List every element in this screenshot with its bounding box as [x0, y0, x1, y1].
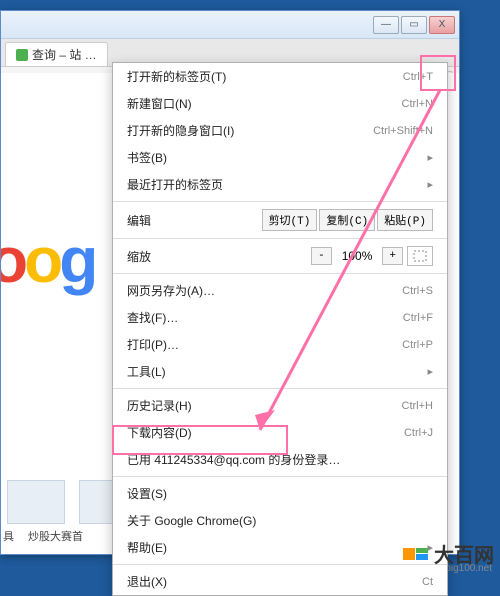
copy-button[interactable]: 复制(C): [319, 209, 375, 231]
menu-new-tab[interactable]: 打开新的标签页(T) Ctrl+T: [113, 63, 447, 90]
thumbnail-label: 炒股大赛首: [28, 528, 83, 544]
menu-edit-row: 编辑 剪切(T) 复制(C) 粘贴(P): [113, 205, 447, 235]
menu-shortcut: Ctrl+N: [402, 98, 433, 110]
menu-history[interactable]: 历史记录(H) Ctrl+H: [113, 392, 447, 419]
menu-shortcut: Ctrl+S: [402, 285, 433, 297]
menu-shortcut: Ctrl+Shift+N: [373, 125, 433, 137]
thumbnail[interactable]: [7, 480, 65, 524]
menu-separator: [113, 388, 447, 389]
browser-tab[interactable]: 查询 – 站 …: [5, 42, 108, 66]
menu-recent-tabs[interactable]: 最近打开的标签页 ▸: [113, 171, 447, 198]
menu-label: 打开新的标签页(T): [127, 68, 226, 85]
submenu-arrow-icon: ▸: [427, 178, 433, 191]
menu-label: 历史记录(H): [127, 397, 192, 414]
window-titlebar: — ▭ X: [1, 11, 459, 39]
thumbnail-labels: 具 炒股大赛首: [1, 528, 83, 544]
menu-new-incognito[interactable]: 打开新的隐身窗口(I) Ctrl+Shift+N: [113, 117, 447, 144]
menu-label: 缩放: [127, 248, 183, 265]
menu-label: 书签(B): [127, 149, 167, 166]
menu-separator: [113, 238, 447, 239]
watermark: 大百网: [403, 539, 494, 568]
zoom-value: 100%: [336, 249, 379, 263]
menu-bookmarks[interactable]: 书签(B) ▸: [113, 144, 447, 171]
menu-label: 打开新的隐身窗口(I): [127, 122, 234, 139]
logo-letter: g: [59, 224, 94, 296]
watermark-text: 大百网: [434, 539, 494, 568]
tab-title: 查询 – 站 …: [32, 46, 97, 63]
google-logo-fragment: oog: [1, 223, 94, 297]
menu-find[interactable]: 查找(F)… Ctrl+F: [113, 304, 447, 331]
menu-shortcut: Ctrl+P: [402, 339, 433, 351]
menu-label: 工具(L): [127, 363, 166, 380]
menu-label: 已用 411245334@qq.com 的身份登录…: [127, 451, 340, 468]
thumbnail-label: 具: [3, 528, 14, 544]
menu-label: 新建窗口(N): [127, 95, 192, 112]
menu-zoom-row: 缩放 - 100% +: [113, 242, 447, 270]
menu-shortcut: Ctrl+T: [403, 71, 433, 83]
menu-label: 关于 Google Chrome(G): [127, 512, 256, 529]
menu-shortcut: Ctrl+J: [404, 427, 433, 439]
menu-save-as[interactable]: 网页另存为(A)… Ctrl+S: [113, 277, 447, 304]
paste-button[interactable]: 粘贴(P): [377, 209, 433, 231]
menu-label: 设置(S): [127, 485, 167, 502]
menu-label: 帮助(E): [127, 539, 167, 556]
menu-shortcut: Ctrl+H: [402, 400, 433, 412]
minimize-button[interactable]: —: [373, 16, 399, 34]
menu-separator: [113, 476, 447, 477]
menu-downloads[interactable]: 下载内容(D) Ctrl+J: [113, 419, 447, 446]
menu-shortcut: Ct: [422, 576, 433, 588]
cut-button[interactable]: 剪切(T): [262, 209, 318, 231]
logo-letter: o: [1, 224, 24, 296]
menu-separator: [113, 201, 447, 202]
menu-shortcut: Ctrl+F: [403, 312, 433, 324]
menu-label: 查找(F)…: [127, 309, 178, 326]
fullscreen-button[interactable]: [407, 246, 433, 266]
zoom-in-button[interactable]: +: [382, 247, 403, 265]
logo-letter: o: [24, 224, 59, 296]
menu-label: 编辑: [127, 212, 183, 229]
maximize-button[interactable]: ▭: [401, 16, 427, 34]
menu-new-window[interactable]: 新建窗口(N) Ctrl+N: [113, 90, 447, 117]
menu-label: 网页另存为(A)…: [127, 282, 215, 299]
favicon-icon: [16, 49, 28, 61]
submenu-arrow-icon: ▸: [427, 151, 433, 164]
close-button[interactable]: X: [429, 16, 455, 34]
menu-signed-in[interactable]: 已用 411245334@qq.com 的身份登录…: [113, 446, 447, 473]
menu-print[interactable]: 打印(P)… Ctrl+P: [113, 331, 447, 358]
menu-label: 打印(P)…: [127, 336, 179, 353]
menu-label: 下载内容(D): [127, 424, 192, 441]
chrome-main-menu: 打开新的标签页(T) Ctrl+T 新建窗口(N) Ctrl+N 打开新的隐身窗…: [112, 62, 448, 596]
menu-about[interactable]: 关于 Google Chrome(G): [113, 507, 447, 534]
menu-label: 退出(X): [127, 573, 167, 590]
menu-settings[interactable]: 设置(S): [113, 480, 447, 507]
menu-help[interactable]: 帮助(E) ▸: [113, 534, 447, 561]
menu-tools[interactable]: 工具(L) ▸: [113, 358, 447, 385]
menu-label: 最近打开的标签页: [127, 176, 223, 193]
zoom-out-button[interactable]: -: [311, 247, 332, 265]
watermark-logo-icon: [403, 548, 428, 560]
menu-separator: [113, 273, 447, 274]
submenu-arrow-icon: ▸: [427, 365, 433, 378]
menu-separator: [113, 564, 447, 565]
menu-exit[interactable]: 退出(X) Ct: [113, 568, 447, 595]
